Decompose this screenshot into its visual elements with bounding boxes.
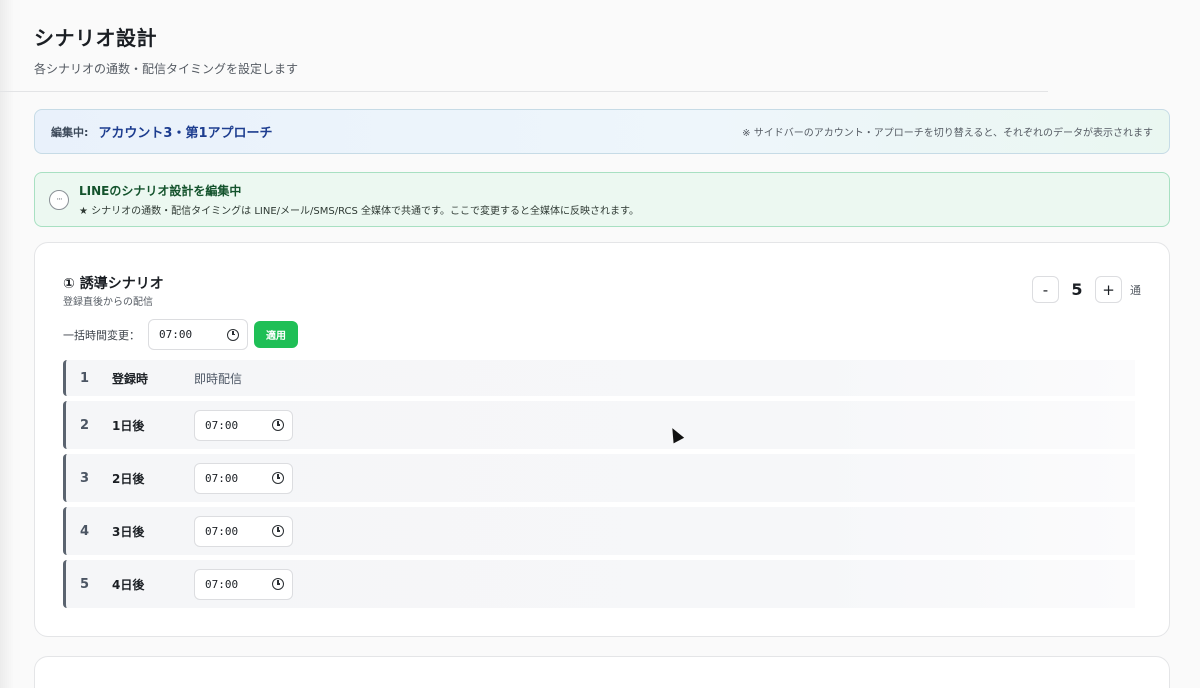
row-label: 4日後 bbox=[112, 577, 145, 592]
bulk-time-input[interactable]: 07:00 bbox=[148, 319, 248, 350]
row-time-value: 07:00 bbox=[205, 418, 239, 432]
editing-target: アカウント3・第1アプローチ bbox=[98, 126, 273, 141]
row-immediate-text: 即時配信 bbox=[194, 371, 243, 386]
scenario-card: ① 誘導シナリオ 登録直後からの配信 - 5 + 通 一括時間変更： 07:00… bbox=[34, 242, 1170, 637]
bulk-time-change: 一括時間変更： 07:00 適用 bbox=[63, 319, 298, 350]
schedule-row: 5 4日後 07:00 bbox=[63, 560, 1135, 608]
scenario-title: ① 誘導シナリオ bbox=[63, 276, 164, 292]
row-number: 3 bbox=[80, 470, 90, 486]
row-label: 登録時 bbox=[112, 371, 149, 386]
left-edge-shadow bbox=[0, 0, 14, 688]
info-title: LINEのシナリオ設計を編集中 bbox=[79, 184, 242, 198]
info-text: ★ シナリオの通数・配信タイミングは LINE/メール/SMS/RCS 全媒体で… bbox=[79, 206, 640, 217]
bulk-time-label: 一括時間変更： bbox=[63, 328, 140, 342]
clock-icon[interactable] bbox=[272, 419, 284, 431]
next-scenario-card bbox=[34, 656, 1170, 688]
schedule-row: 4 3日後 07:00 bbox=[63, 507, 1135, 555]
bulk-time-value: 07:00 bbox=[159, 328, 193, 341]
editing-label: 編集中: bbox=[51, 125, 89, 139]
editing-banner: 編集中: アカウント3・第1アプローチ ※ サイドバーのアカウント・アプローチを… bbox=[34, 109, 1170, 154]
row-number: 4 bbox=[80, 523, 90, 539]
page-title: シナリオ設計 bbox=[34, 26, 157, 50]
schedule-row: 3 2日後 07:00 bbox=[63, 454, 1135, 502]
message-count-unit: 通 bbox=[1130, 283, 1141, 297]
row-time-value: 07:00 bbox=[205, 524, 239, 538]
row-time-input[interactable]: 07:00 bbox=[194, 462, 293, 494]
scenario-subtitle: 登録直後からの配信 bbox=[63, 297, 153, 308]
increment-button[interactable]: + bbox=[1095, 276, 1122, 303]
clock-icon[interactable] bbox=[272, 578, 284, 590]
page: シナリオ設計 各シナリオの通数・配信タイミングを設定します 編集中: アカウント… bbox=[0, 0, 1200, 688]
row-number: 2 bbox=[80, 417, 90, 433]
row-time-input[interactable]: 07:00 bbox=[194, 568, 293, 600]
page-subtitle: 各シナリオの通数・配信タイミングを設定します bbox=[34, 62, 299, 76]
schedule-row: 1 登録時 即時配信 bbox=[63, 360, 1135, 396]
row-time-input[interactable]: 07:00 bbox=[194, 515, 293, 547]
row-number: 5 bbox=[80, 576, 90, 592]
message-count-stepper: - 5 + 通 bbox=[1032, 276, 1141, 303]
chat-bubble-icon: ··· bbox=[49, 189, 69, 210]
schedule-row: 2 1日後 07:00 bbox=[63, 401, 1135, 449]
editing-note: ※ サイドバーのアカウント・アプローチを切り替えると、それぞれのデータが表示され… bbox=[742, 128, 1153, 139]
clock-icon[interactable] bbox=[272, 525, 284, 537]
clock-icon[interactable] bbox=[272, 472, 284, 484]
row-time-input[interactable]: 07:00 bbox=[194, 409, 293, 441]
delivery-schedule-list: 1 登録時 即時配信 2 1日後 07:00 3 2日後 07:00 4 3日後… bbox=[63, 360, 1135, 613]
header-divider bbox=[0, 91, 1048, 92]
row-time-value: 07:00 bbox=[205, 471, 239, 485]
row-label: 1日後 bbox=[112, 418, 145, 433]
row-label: 2日後 bbox=[112, 471, 145, 486]
message-count-value: 5 bbox=[1071, 280, 1083, 299]
row-time-value: 07:00 bbox=[205, 577, 239, 591]
clock-icon[interactable] bbox=[227, 328, 239, 341]
apply-button[interactable]: 適用 bbox=[254, 321, 298, 348]
info-content: LINEのシナリオ設計を編集中 ★ シナリオの通数・配信タイミングは LINE/… bbox=[79, 182, 639, 217]
row-number: 1 bbox=[80, 370, 90, 386]
info-banner: ··· LINEのシナリオ設計を編集中 ★ シナリオの通数・配信タイミングは L… bbox=[34, 172, 1170, 227]
page-header: シナリオ設計 各シナリオの通数・配信タイミングを設定します bbox=[34, 22, 298, 77]
decrement-button[interactable]: - bbox=[1032, 276, 1059, 303]
row-label: 3日後 bbox=[112, 524, 145, 539]
